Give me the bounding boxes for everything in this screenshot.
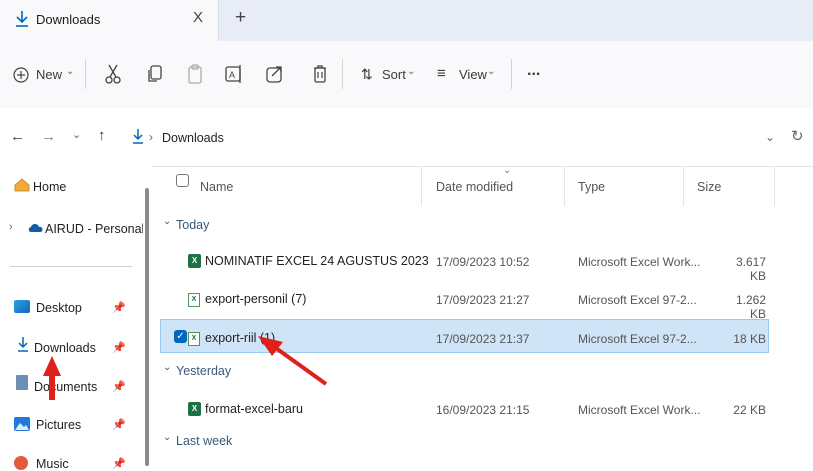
annotation-arrow-file [258, 336, 328, 386]
annotation-arrow-sidebar [43, 356, 61, 400]
annotation-overlay [43, 336, 328, 400]
